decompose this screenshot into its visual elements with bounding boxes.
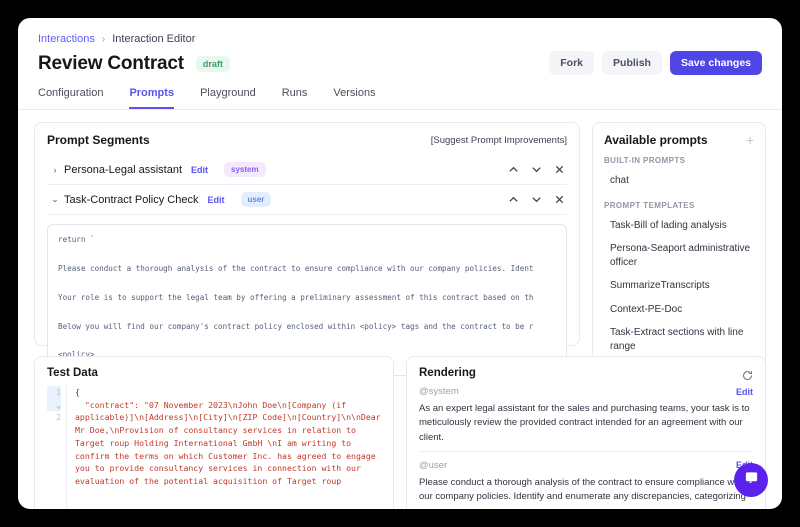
- segment-controls: [508, 194, 565, 205]
- rendered-message-header: @user Edit: [419, 460, 753, 471]
- json-contract-value: "contract": "07 November 2023\nJohn Doe\…: [75, 399, 381, 486]
- prompt-item-seaport-officer[interactable]: Persona-Seaport administrative officer: [604, 237, 754, 274]
- refresh-icon[interactable]: [742, 368, 753, 380]
- breadcrumb-separator-icon: ›: [101, 33, 106, 45]
- breadcrumb-current: Interaction Editor: [112, 33, 196, 45]
- segment-role-badge: system: [224, 162, 266, 177]
- segment-edit-link[interactable]: Edit: [191, 165, 208, 175]
- test-data-title: Test Data: [47, 367, 98, 379]
- prompt-item-summarize-transcripts[interactable]: SummarizeTranscripts: [604, 274, 754, 298]
- rendering-panel: Rendering @system Edit As an expert lega…: [406, 356, 766, 509]
- prompt-item-extract-sections[interactable]: Task-Extract sections with line range: [604, 321, 754, 358]
- message-role: @system: [419, 386, 459, 397]
- message-edit-link[interactable]: Edit: [736, 387, 753, 397]
- segment-edit-link[interactable]: Edit: [208, 195, 225, 205]
- message-text: Please conduct a thorough analysis of th…: [419, 476, 746, 502]
- message-role: @user: [419, 459, 448, 471]
- chevron-down-icon[interactable]: [531, 164, 542, 175]
- prompt-segments-title: Prompt Segments: [47, 133, 150, 147]
- test-data-editor[interactable]: 1 ⌄ 2 { "contract": "07 November 2023\nJ…: [47, 386, 381, 509]
- test-data-header: Test Data: [47, 367, 381, 379]
- prompt-item-bill-of-lading[interactable]: Task-Bill of lading analysis: [604, 214, 754, 238]
- segment-row-persona[interactable]: › Persona-Legal assistant Edit system: [47, 155, 567, 185]
- rendered-message-header: @system Edit: [419, 386, 753, 397]
- line-number-gutter: 1 ⌄ 2: [47, 386, 67, 509]
- chevron-down-icon[interactable]: [531, 194, 542, 205]
- header-actions: Fork Publish Save changes: [549, 51, 762, 75]
- segment-name: Task-Contract Policy Check: [64, 193, 199, 206]
- prompt-item-context-pe-doc[interactable]: Context-PE-Doc: [604, 298, 754, 322]
- breadcrumb: Interactions › Interaction Editor: [18, 18, 782, 45]
- fork-button[interactable]: Fork: [549, 51, 595, 75]
- prompt-segments-panel: Prompt Segments [Suggest Prompt Improvem…: [34, 122, 580, 376]
- rendered-message-system: @system Edit As an expert legal assistan…: [419, 386, 753, 452]
- rendering-title: Rendering: [419, 367, 476, 379]
- available-prompts-panel: Available prompts + BUILT-IN PROMPTS cha…: [592, 122, 766, 369]
- available-prompts-header: Available prompts +: [604, 133, 754, 147]
- close-icon[interactable]: [554, 194, 565, 205]
- rendering-header: Rendering: [419, 367, 753, 380]
- segment-row-task[interactable]: ⌄ Task-Contract Policy Check Edit user: [47, 185, 567, 215]
- group-label-templates: PROMPT TEMPLATES: [604, 200, 695, 210]
- group-label-builtin: BUILT-IN PROMPTS: [604, 156, 686, 165]
- prompt-code-text: return ` Please conduct a thorough analy…: [58, 235, 534, 374]
- breadcrumb-root-link[interactable]: Interactions: [38, 33, 95, 45]
- tab-runs[interactable]: Runs: [282, 87, 308, 109]
- segment-controls: [508, 164, 565, 175]
- json-open-brace: {: [75, 387, 80, 397]
- rendered-message-user: @user Edit Please conduct a thorough ana…: [419, 460, 753, 509]
- tab-versions[interactable]: Versions: [333, 87, 375, 109]
- tab-playground[interactable]: Playground: [200, 87, 256, 109]
- message-text: As an expert legal assistant for the sal…: [419, 403, 750, 443]
- tab-bar: Configuration Prompts Playground Runs Ve…: [18, 75, 782, 110]
- test-data-content: { "contract": "07 November 2023\nJohn Do…: [67, 386, 381, 509]
- main-body: Prompt Segments [Suggest Prompt Improvem…: [18, 110, 782, 376]
- chevron-up-icon[interactable]: [508, 164, 519, 175]
- segment-role-badge: user: [240, 192, 272, 207]
- chevron-up-icon[interactable]: [508, 194, 519, 205]
- status-badge: draft: [195, 56, 230, 72]
- close-icon[interactable]: [554, 164, 565, 175]
- available-prompts-title: Available prompts: [604, 133, 708, 147]
- save-changes-button[interactable]: Save changes: [669, 51, 762, 75]
- chevron-down-icon[interactable]: ⌄: [49, 194, 61, 205]
- publish-button[interactable]: Publish: [602, 51, 662, 75]
- chevron-right-icon[interactable]: ›: [49, 165, 61, 175]
- line-number: 1: [56, 387, 61, 397]
- test-data-panel: Test Data 1 ⌄ 2 { "contract": "07 Novemb…: [34, 356, 394, 509]
- plus-icon[interactable]: +: [746, 133, 754, 147]
- page-title-row: Review Contract draft Fork Publish Save …: [18, 45, 782, 75]
- chat-widget-button[interactable]: [734, 463, 768, 497]
- chat-bubble-icon: [744, 470, 759, 490]
- tab-configuration[interactable]: Configuration: [38, 87, 103, 109]
- page-title: Review Contract: [38, 53, 184, 74]
- line-number: 2: [56, 412, 61, 423]
- app-window: Interactions › Interaction Editor Review…: [18, 18, 782, 509]
- fold-chevron-icon[interactable]: ⌄: [56, 400, 61, 410]
- prompt-item-chat[interactable]: chat: [604, 169, 754, 193]
- suggest-prompt-improvements-link[interactable]: [Suggest Prompt Improvements]: [431, 135, 567, 146]
- prompt-code-editor[interactable]: return ` Please conduct a thorough analy…: [47, 224, 567, 376]
- segment-name: Persona-Legal assistant: [64, 163, 183, 176]
- tab-prompts[interactable]: Prompts: [129, 87, 175, 109]
- prompt-segments-header: Prompt Segments [Suggest Prompt Improvem…: [47, 133, 567, 147]
